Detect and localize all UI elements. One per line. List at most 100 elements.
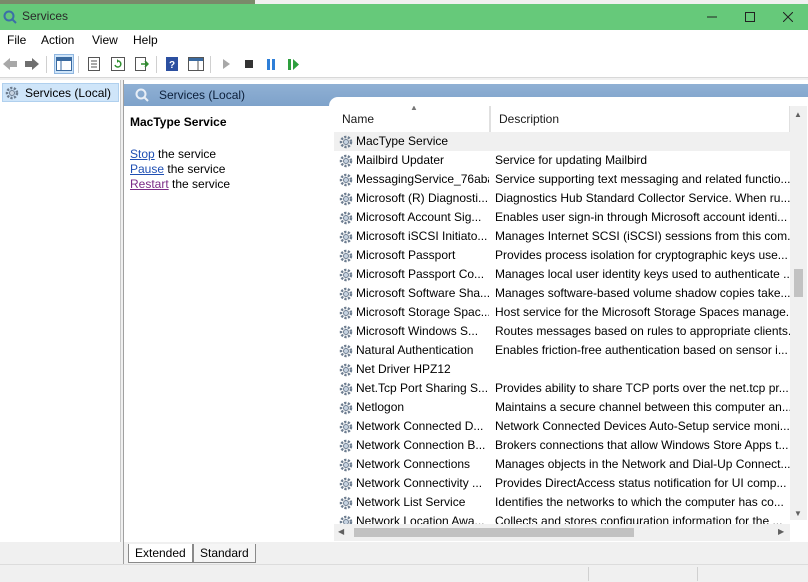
column-header-description[interactable]: Description [490,106,790,132]
toolbar-separator [156,56,157,73]
menu-file[interactable]: File [7,33,26,47]
service-gear-icon [338,324,354,340]
service-description: Service supporting text messaging and re… [495,172,790,186]
scroll-right-icon[interactable]: ▶ [778,527,784,536]
menu-bar: File Action View Help [0,30,808,51]
tree-item-services-local[interactable]: Services (Local) [2,83,119,102]
service-name: Microsoft Passport [356,248,456,262]
horizontal-scrollbar[interactable]: ◀ ▶ [334,524,790,541]
forward-arrow-icon [25,58,39,70]
service-name: Microsoft Storage Spac... [356,305,489,319]
service-name: Net.Tcp Port Sharing S... [356,381,489,395]
minimize-icon [707,16,717,18]
pause-suffix: the service [164,162,226,176]
service-row[interactable]: Network Connection B... Brokers connectio… [334,436,794,455]
status-divider [697,567,698,581]
desktop-strip [0,0,255,4]
vertical-scrollbar[interactable]: ▲ ▼ [790,106,807,520]
show-action-pane-button[interactable] [186,54,206,74]
help-button[interactable]: ? [162,54,182,74]
service-row[interactable]: Network Connections Manages objects in th… [334,455,794,474]
vertical-scroll-thumb[interactable] [794,269,803,297]
service-row[interactable]: Network List Service Identifies the netwo… [334,493,794,512]
show-hide-console-tree-button[interactable] [54,54,74,74]
back-arrow-icon [3,58,17,70]
service-gear-icon [338,172,354,188]
title-bar[interactable]: Services [0,0,808,30]
pause-link[interactable]: Pause [130,162,164,176]
service-row[interactable]: Microsoft Software Sha... Manages softwar… [334,284,794,303]
header-notch [329,97,808,106]
service-row[interactable]: Microsoft Windows S... Routes messages ba… [334,322,794,341]
restart-icon [288,58,299,70]
service-name: Microsoft Windows S... [356,324,479,338]
service-row[interactable]: Net.Tcp Port Sharing S... Provides abilit… [334,379,794,398]
service-row[interactable]: MacType Service [334,132,794,151]
service-gear-icon [338,191,354,207]
restart-line: Restart the service [130,177,230,191]
back-button[interactable] [0,54,20,74]
menu-action[interactable]: Action [41,33,74,47]
stop-link[interactable]: Stop [130,147,155,161]
forward-button[interactable] [22,54,42,74]
menu-help[interactable]: Help [133,33,158,47]
scroll-left-icon[interactable]: ◀ [338,527,344,536]
restart-service-button[interactable] [284,54,304,74]
restart-suffix: the service [168,177,231,191]
service-gear-icon [338,457,354,473]
tab-extended[interactable]: Extended [128,544,193,563]
service-name: Natural Authentication [356,343,474,357]
status-bar [0,564,808,582]
service-row[interactable]: Microsoft iSCSI Initiato... Manages Inter… [334,227,794,246]
refresh-button[interactable] [108,54,128,74]
service-description: Manages software-based volume shadow cop… [495,286,790,300]
sort-ascending-icon: ▲ [410,106,418,112]
service-name: MessagingService_76aba [356,172,489,186]
view-tabs: Extended Standard [123,542,808,564]
export-list-button[interactable] [132,54,152,74]
properties-button[interactable] [84,54,104,74]
console-tree: Services (Local) [0,80,121,542]
column-header-name[interactable]: Name ▲ [334,106,490,132]
service-row[interactable]: Net Driver HPZ12 [334,360,794,379]
service-name: Microsoft Software Sha... [356,286,489,300]
tab-standard[interactable]: Standard [193,544,256,563]
service-row[interactable]: Netlogon Maintains a secure channel betwe… [334,398,794,417]
close-icon [783,12,793,22]
restart-link[interactable]: Restart [130,177,169,191]
close-button[interactable] [765,4,808,30]
scroll-up-icon[interactable]: ▲ [794,110,802,119]
stop-service-button[interactable] [239,54,259,74]
help-book-icon: ? [166,57,178,71]
service-row[interactable]: Natural Authentication Enables friction-f… [334,341,794,360]
selected-service-name: MacType Service [130,115,227,129]
service-row[interactable]: Microsoft (R) Diagnosti... Diagnostics Hu… [334,189,794,208]
service-row[interactable]: Network Connectivity ... Provides DirectA… [334,474,794,493]
service-name: Network Connectivity ... [356,476,483,490]
scroll-down-icon[interactable]: ▼ [794,509,802,518]
service-gear-icon [338,343,354,359]
services-gear-icon [3,10,17,24]
service-name: Network Connection B... [356,438,486,452]
window-title: Services [22,9,69,23]
service-row[interactable]: Microsoft Passport Co... Manages local us… [334,265,794,284]
menu-view[interactable]: View [92,33,118,47]
stop-icon [245,60,253,68]
service-row[interactable]: Microsoft Storage Spac... Host service fo… [334,303,794,322]
pause-service-button[interactable] [261,54,281,74]
stop-line: Stop the service [130,147,216,161]
horizontal-scroll-thumb[interactable] [354,528,634,537]
service-row[interactable]: Microsoft Account Sig... Enables user sig… [334,208,794,227]
service-description: Provides DirectAccess status notificatio… [495,476,787,490]
service-row[interactable]: Mailbird Updater Service for updating Mai… [334,151,794,170]
service-row[interactable]: Microsoft Passport Provides process isola… [334,246,794,265]
maximize-icon [745,12,755,22]
service-row[interactable]: Network Connected D... Network Connected … [334,417,794,436]
pane-header-label: Services (Local) [159,88,246,102]
service-name: Microsoft Passport Co... [356,267,485,281]
start-service-button[interactable] [216,54,236,74]
service-description: Enables user sign-in through Microsoft a… [495,210,788,224]
pause-icon [267,58,275,70]
service-row[interactable]: MessagingService_76aba Service supporting… [334,170,794,189]
toolbar-separator [46,56,47,73]
